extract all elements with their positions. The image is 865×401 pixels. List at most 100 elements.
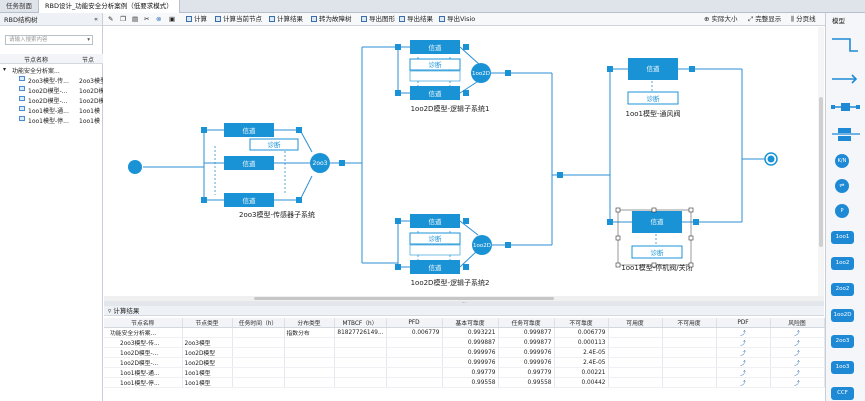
column-header[interactable]: 可用度 bbox=[608, 318, 663, 328]
table-cell-unrel: 0.006779 bbox=[554, 327, 609, 338]
palette-2oo2[interactable]: 2oo2 bbox=[831, 283, 854, 296]
column-header[interactable]: 节点名称 bbox=[104, 318, 183, 328]
caption-1oo2d-1: 1oo2D模型-逻辑子系统1 bbox=[411, 104, 490, 113]
table-cell-unrel: 0.00442 bbox=[554, 377, 609, 388]
tree-row-root[interactable]: ▾ 功能安全分析案... bbox=[0, 66, 103, 76]
block-icon bbox=[19, 76, 25, 81]
tree-row[interactable]: 1oo2D模型-... 1oo2D模 bbox=[0, 96, 103, 106]
column-header[interactable]: MTBCF（h） bbox=[334, 318, 387, 328]
tree-row[interactable]: 1oo2D模型-... 1oo2D模型 bbox=[0, 86, 103, 96]
tree-row-name: 1oo2D模型-... bbox=[28, 98, 68, 105]
table-row[interactable]: 1oo2D模型-... 1oo2D模型 0.999976 0.999976 2.4E-0… bbox=[104, 357, 825, 368]
chart-link-icon[interactable]: ⤴ bbox=[770, 357, 825, 368]
scroll-thumb[interactable] bbox=[819, 97, 823, 247]
chart-link-icon[interactable]: ⤴ bbox=[770, 327, 825, 338]
chart-link-icon[interactable]: ⤴ bbox=[770, 347, 825, 358]
table-cell-mission: 0.999976 bbox=[498, 347, 555, 358]
palette-1oo3[interactable]: 1oo3 bbox=[831, 361, 854, 374]
column-header[interactable]: 任务时间（h） bbox=[232, 318, 285, 328]
chevron-down-icon[interactable]: ▾ bbox=[87, 36, 90, 45]
chart-link-icon[interactable]: ⤴ bbox=[716, 337, 771, 348]
column-header[interactable]: 分布类型 bbox=[284, 318, 335, 328]
export-visio-button[interactable]: 导出Visio bbox=[439, 13, 475, 26]
save-icon[interactable]: ▣ bbox=[169, 13, 175, 26]
export-result-label: 导出结果 bbox=[407, 15, 433, 23]
tab-mission-profile[interactable]: 任务剖面 bbox=[0, 0, 39, 13]
export-result-button[interactable]: 导出结果 bbox=[399, 13, 433, 26]
column-header[interactable]: PDF bbox=[716, 318, 771, 328]
channel-label: 信道 bbox=[429, 263, 443, 272]
rbd-diagram[interactable]: 信道 信道 信道 诊断 2oo3 2oo3模型-传感器子系统 信道 信道 诊断 … bbox=[104, 27, 824, 297]
palette-1oo2d[interactable]: 1oo2D bbox=[831, 309, 854, 322]
full-display-label: 完整显示 bbox=[755, 15, 782, 23]
export-icon bbox=[399, 16, 405, 22]
tree-row[interactable]: 1oo1模型-停... 1oo1模 bbox=[0, 116, 103, 126]
palette-switch-icon[interactable]: ⇌ bbox=[835, 179, 849, 193]
column-header[interactable]: 不可用度 bbox=[662, 318, 717, 328]
column-header[interactable]: PFD bbox=[386, 318, 443, 328]
chart-link-icon[interactable]: ⤴ bbox=[770, 337, 825, 348]
table-cell-empty bbox=[608, 347, 663, 358]
calc-button[interactable]: 计算 bbox=[186, 13, 207, 26]
rbd-canvas[interactable]: 信道 信道 信道 诊断 2oo3 2oo3模型-传感器子系统 信道 信道 诊断 … bbox=[104, 27, 824, 297]
expand-icon[interactable]: ▾ bbox=[3, 66, 6, 73]
table-cell-unrel: 2.4E-05 bbox=[554, 357, 609, 368]
table-cell-basic: 0.999976 bbox=[442, 357, 499, 368]
channel-label: 信道 bbox=[429, 43, 443, 52]
tree-search-input[interactable]: 请输入搜索内容 ▾ bbox=[5, 35, 93, 45]
connector-tools[interactable] bbox=[826, 27, 865, 127]
caption-1oo2d-2: 1oo2D模型-逻辑子系统2 bbox=[411, 278, 490, 287]
paging-line-button[interactable]: ⫼ 分页线 bbox=[791, 13, 816, 26]
column-header[interactable]: 节点类型 bbox=[182, 318, 233, 328]
diag-label: 诊断 bbox=[429, 60, 443, 69]
tree-row[interactable]: 2oo3模型-传... 2oo3模型 bbox=[0, 76, 103, 86]
palette-1oo1[interactable]: 1oo1 bbox=[831, 231, 854, 244]
table-row[interactable]: 2oo3模型-传... 2oo3模型 0.999887 0.999877 0.00011… bbox=[104, 337, 825, 348]
actual-size-button[interactable]: ⊕ 实际大小 bbox=[704, 13, 738, 26]
chart-link-icon[interactable]: ⤴ bbox=[770, 367, 825, 378]
palette-2oo3[interactable]: 2oo3 bbox=[831, 335, 854, 348]
column-header[interactable]: 不可靠度 bbox=[554, 318, 609, 328]
palette-p[interactable]: P bbox=[835, 204, 849, 218]
chart-link-icon[interactable]: ⤴ bbox=[716, 347, 771, 358]
tree-row-type: 1oo2D模型 bbox=[79, 88, 103, 95]
table-row[interactable]: 1oo2D模型-... 1oo2D模型 0.999976 0.999976 2.4E-0… bbox=[104, 347, 825, 358]
table-row[interactable]: 功能安全分析案... 指数分布 81827726149... 0.006779 0.99… bbox=[104, 327, 825, 338]
chart-link-icon[interactable]: ⤴ bbox=[716, 377, 771, 388]
scroll-thumb[interactable] bbox=[254, 297, 554, 300]
column-header[interactable]: 风险图 bbox=[770, 318, 825, 328]
table-cell-mtbcf: 81827726149... bbox=[334, 327, 387, 338]
chart-link-icon[interactable]: ⤴ bbox=[716, 367, 771, 378]
table-row[interactable]: 1oo1模型-停... 1oo1模型 0.99558 0.99558 0.00442 ⤴ ⤴ bbox=[104, 377, 825, 388]
table-cell-mtbcf bbox=[334, 357, 387, 368]
table-row[interactable]: 1oo1模型-通... 1oo1模型 0.99779 0.99779 0.00221 ⤴ ⤴ bbox=[104, 367, 825, 378]
column-header[interactable]: 基本可靠度 bbox=[442, 318, 499, 328]
chart-link-icon[interactable]: ⤴ bbox=[716, 357, 771, 368]
palette-ccf[interactable]: CCF bbox=[831, 387, 854, 400]
full-display-button[interactable]: ⤢ 完整显示 bbox=[748, 13, 781, 26]
tab-rbd-design[interactable]: RBD设计_功能安全分析案例（低要求模式） bbox=[39, 0, 180, 13]
export-graph-button[interactable]: 导出图形 bbox=[361, 13, 395, 26]
palette-1oo2[interactable]: 1oo2 bbox=[831, 257, 854, 270]
calc-result-button[interactable]: 计算结果 bbox=[269, 13, 303, 26]
column-header[interactable]: 任务可靠度 bbox=[498, 318, 555, 328]
collapse-icon[interactable]: « bbox=[94, 15, 98, 23]
table-cell-time bbox=[232, 367, 285, 378]
delete-icon[interactable]: ⊗ bbox=[156, 13, 161, 26]
paste-icon[interactable]: ▤ bbox=[132, 13, 138, 26]
tree-icon bbox=[311, 16, 317, 22]
edit-icon[interactable]: ✎ bbox=[108, 13, 113, 26]
table-cell-dist bbox=[284, 337, 335, 348]
canvas-vertical-scrollbar[interactable] bbox=[818, 27, 824, 297]
cut-icon[interactable]: ✂ bbox=[144, 13, 149, 26]
tree-row[interactable]: 1oo1模型-通... 1oo1模 bbox=[0, 106, 103, 116]
table-cell-basic: 0.999976 bbox=[442, 347, 499, 358]
parallel-block-icon[interactable] bbox=[826, 125, 865, 145]
to-fault-tree-button[interactable]: 转为故障树 bbox=[311, 13, 352, 26]
palette-kn[interactable]: K/N bbox=[835, 154, 849, 168]
chart-link-icon[interactable]: ⤴ bbox=[770, 377, 825, 388]
calc-node-button[interactable]: 计算当前节点 bbox=[215, 13, 262, 26]
copy-icon[interactable]: ❐ bbox=[120, 13, 126, 26]
chart-link-icon[interactable]: ⤴ bbox=[716, 327, 771, 338]
table-cell-mtbcf bbox=[334, 377, 387, 388]
